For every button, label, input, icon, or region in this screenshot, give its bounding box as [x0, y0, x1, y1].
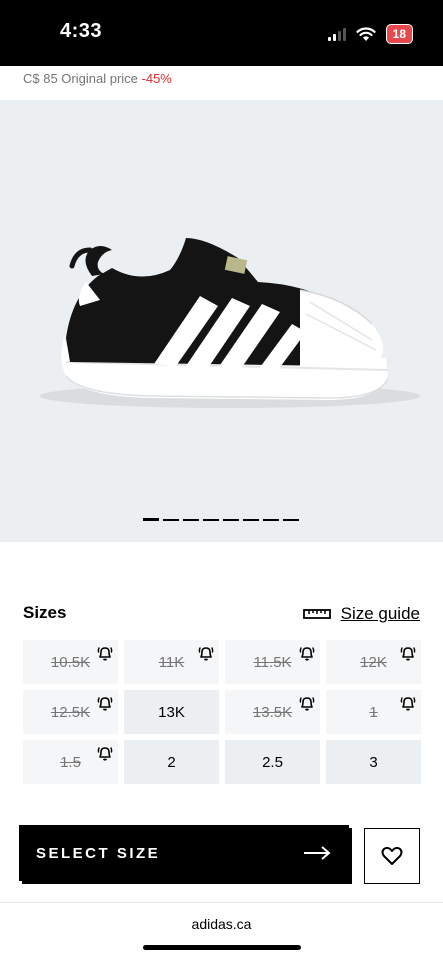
size-option[interactable]: 10.5K — [23, 640, 118, 684]
size-label: 13K — [158, 703, 185, 721]
size-label: 1 — [369, 703, 378, 721]
select-size-button[interactable]: SELECT SIZE — [19, 825, 349, 881]
product-image[interactable] — [0, 100, 443, 542]
carousel-dots[interactable] — [143, 518, 299, 521]
size-option[interactable]: 1.5 — [23, 740, 118, 784]
size-option[interactable]: 2.5 — [225, 740, 320, 784]
size-label: 11K — [158, 653, 185, 671]
size-label: 2 — [167, 753, 176, 771]
select-size-label: SELECT SIZE — [36, 844, 161, 862]
size-option[interactable]: 11.5K — [225, 640, 320, 684]
bell-icon[interactable] — [197, 644, 215, 662]
bell-icon[interactable] — [399, 644, 417, 662]
size-option[interactable]: 12K — [326, 640, 421, 684]
price-line: C$ 85 Original price -45% — [23, 71, 172, 86]
size-option[interactable]: 13.5K — [225, 690, 320, 734]
size-option[interactable]: 12.5K — [23, 690, 118, 734]
size-option[interactable]: 13K — [124, 690, 219, 734]
carousel-dot[interactable] — [223, 519, 239, 521]
carousel-dot-active[interactable] — [143, 518, 159, 521]
size-option[interactable]: 11K — [124, 640, 219, 684]
size-label: 12K — [360, 653, 387, 671]
bell-icon[interactable] — [298, 644, 316, 662]
bell-icon[interactable] — [298, 694, 316, 712]
carousel-dot[interactable] — [183, 519, 199, 521]
size-label: 10.5K — [50, 653, 91, 671]
signal-icon — [327, 27, 346, 41]
carousel-dot[interactable] — [263, 519, 279, 521]
original-price: C$ 85 Original price — [23, 71, 138, 86]
size-option[interactable]: 1 — [326, 690, 421, 734]
size-label: 1.5 — [60, 753, 81, 771]
browser-bottom-bar: adidas.ca — [0, 902, 443, 961]
carousel-dot[interactable] — [203, 519, 219, 521]
wishlist-button[interactable] — [364, 828, 420, 884]
browser-domain[interactable]: adidas.ca — [0, 916, 443, 932]
size-option[interactable]: 2 — [124, 740, 219, 784]
size-guide-link[interactable]: Size guide — [302, 604, 420, 624]
size-label: 13.5K — [252, 703, 293, 721]
carousel-dot[interactable] — [243, 519, 259, 521]
bell-icon[interactable] — [96, 694, 114, 712]
shoe-illustration — [40, 238, 420, 408]
size-guide-label[interactable]: Size guide — [341, 604, 420, 624]
status-time: 4:33 — [60, 20, 103, 42]
bell-icon[interactable] — [96, 644, 114, 662]
battery-icon: 18 — [385, 24, 413, 44]
ruler-icon — [302, 609, 331, 619]
size-label: 11.5K — [253, 653, 292, 671]
size-label: 12.5K — [50, 703, 91, 721]
size-label: 3 — [369, 753, 378, 771]
arrow-right-icon — [304, 846, 331, 860]
status-bar: 4:33 18 — [0, 0, 443, 66]
heart-icon — [381, 846, 403, 865]
bell-icon[interactable] — [96, 744, 114, 762]
wifi-icon — [356, 26, 376, 41]
bell-icon[interactable] — [399, 694, 417, 712]
home-indicator — [143, 945, 301, 950]
status-icons: 18 — [327, 24, 413, 44]
size-grid: 10.5K 11K 11.5K 12K 12.5K 13K 13.5K 1 1.5 2 2.5 3 — [23, 640, 421, 784]
size-label: 2.5 — [262, 753, 283, 771]
carousel-dot[interactable] — [163, 519, 179, 521]
sizes-title: Sizes — [23, 603, 67, 622]
carousel-dot[interactable] — [283, 519, 299, 521]
size-option[interactable]: 3 — [326, 740, 421, 784]
discount-badge: -45% — [141, 71, 172, 86]
